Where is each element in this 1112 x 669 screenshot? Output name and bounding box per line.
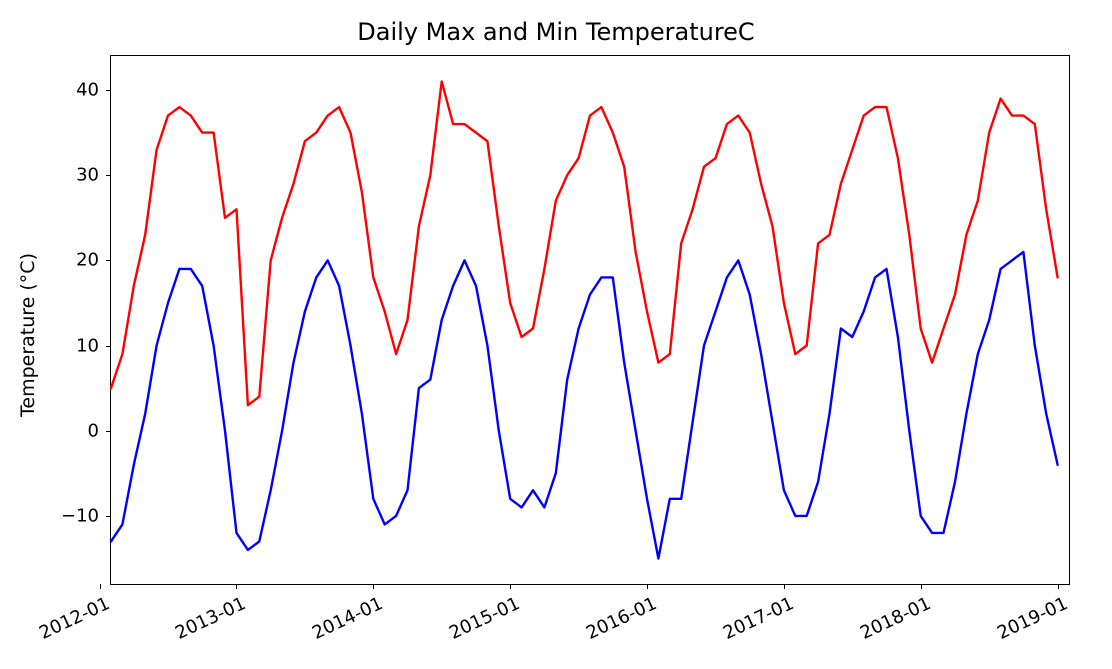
series-line-min: [111, 252, 1058, 559]
y-tick-mark: [106, 346, 111, 347]
x-tick-label: 2017-01: [716, 584, 797, 644]
y-axis-label: Temperature (°C): [16, 0, 40, 669]
x-tick-label: 2019-01: [989, 584, 1070, 644]
figure: Daily Max and Min TemperatureC Temperatu…: [0, 0, 1112, 669]
x-tick-label: 2014-01: [305, 584, 386, 644]
y-tick-mark: [106, 90, 111, 91]
plot-svg: [111, 56, 1069, 584]
y-tick-mark: [106, 431, 111, 432]
y-tick-mark: [106, 175, 111, 176]
x-tick-label: 2015-01: [442, 584, 523, 644]
y-tick-mark: [106, 260, 111, 261]
x-tick-label: 2012-01: [31, 584, 112, 644]
x-tick-label: 2013-01: [168, 584, 249, 644]
x-tick-label: 2016-01: [579, 584, 660, 644]
chart-title: Daily Max and Min TemperatureC: [0, 18, 1112, 46]
y-tick-mark: [106, 516, 111, 517]
plot-area: −100102030402012-012013-012014-012015-01…: [110, 55, 1070, 585]
series-line-max: [111, 82, 1058, 406]
y-tick-label: −10: [61, 505, 111, 526]
x-tick-label: 2018-01: [853, 584, 934, 644]
